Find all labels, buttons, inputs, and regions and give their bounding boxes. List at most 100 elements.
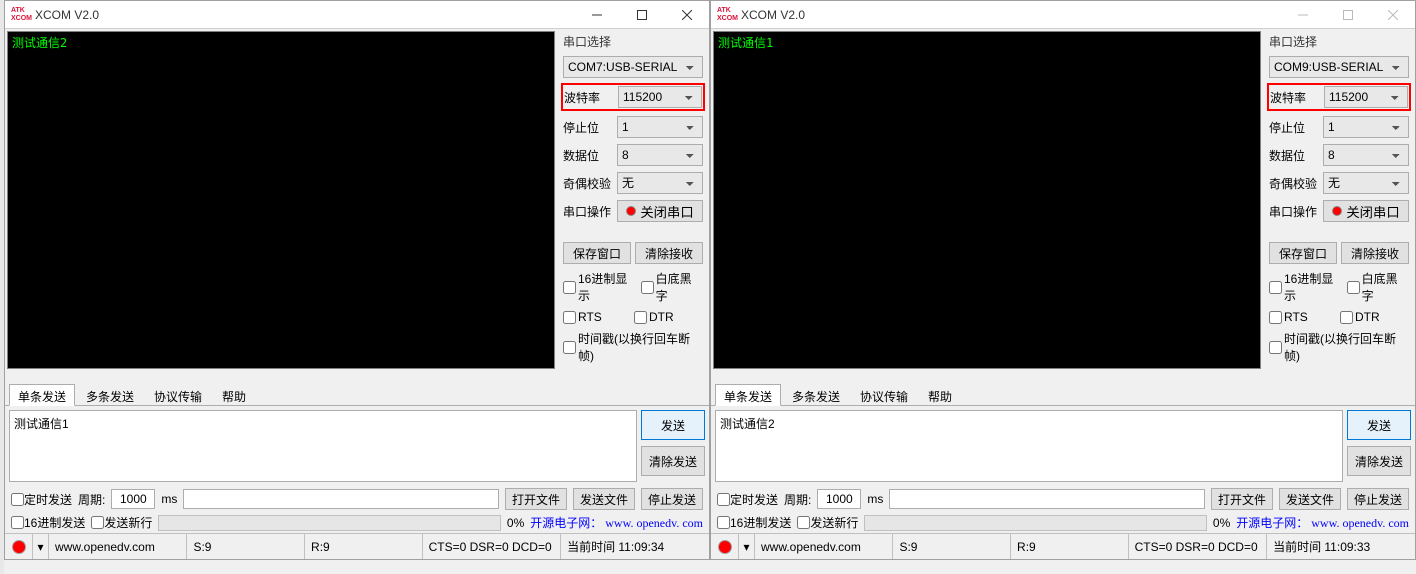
tab-protocol[interactable]: 协议传输	[851, 384, 917, 405]
minimize-button[interactable]	[574, 1, 619, 29]
send-textarea[interactable]	[715, 410, 1343, 482]
send-button[interactable]: 发送	[641, 410, 705, 440]
settings-panel: 串口选择 COM9:USB-SERIAL 波特率 115200 停止位 1 数据…	[1263, 29, 1415, 384]
website-link[interactable]: 开源电子网： www. openedv. com	[1236, 514, 1409, 531]
close-button[interactable]	[1370, 1, 1415, 29]
timestamp-checkbox[interactable]: 时间戳(以换行回车断帧)	[563, 330, 703, 364]
status-dot-icon	[12, 540, 26, 554]
close-port-button[interactable]: 关闭串口	[1323, 200, 1409, 222]
status-sent: S:9	[893, 534, 1011, 559]
port-section-label: 串口选择	[563, 33, 703, 50]
rts-checkbox[interactable]: RTS	[563, 310, 632, 324]
status-dropdown-icon[interactable]: ▾	[739, 534, 755, 559]
period-input[interactable]	[111, 489, 155, 509]
rts-checkbox[interactable]: RTS	[1269, 310, 1338, 324]
timed-send-checkbox[interactable]: 定时发送	[717, 491, 778, 508]
save-window-button[interactable]: 保存窗口	[563, 242, 631, 264]
stop-send-button[interactable]: 停止发送	[1347, 488, 1409, 510]
databit-label: 数据位	[563, 147, 611, 164]
file-path-input[interactable]	[183, 489, 499, 509]
window-title: XCOM V2.0	[35, 8, 99, 22]
close-port-button[interactable]: 关闭串口	[617, 200, 703, 222]
terminal-output[interactable]: 测试通信2	[7, 31, 555, 369]
port-device-select[interactable]: COM9:USB-SERIAL	[1269, 56, 1409, 78]
clear-send-button[interactable]: 清除发送	[641, 446, 705, 476]
minimize-button[interactable]	[1280, 1, 1325, 29]
dtr-checkbox[interactable]: DTR	[1340, 310, 1409, 324]
parity-label: 奇偶校验	[1269, 175, 1317, 192]
save-window-button[interactable]: 保存窗口	[1269, 242, 1337, 264]
close-button[interactable]	[664, 1, 709, 29]
tab-help[interactable]: 帮助	[919, 384, 961, 405]
hex-send-checkbox[interactable]: 16进制发送	[717, 514, 791, 531]
tab-multi-send[interactable]: 多条发送	[783, 384, 849, 405]
clear-recv-button[interactable]: 清除接收	[635, 242, 703, 264]
parity-select[interactable]: 无	[1323, 172, 1409, 194]
website-link[interactable]: 开源电子网： www. openedv. com	[530, 514, 703, 531]
status-sent: S:9	[187, 534, 305, 559]
tab-protocol[interactable]: 协议传输	[145, 384, 211, 405]
tabstrip: 单条发送 多条发送 协议传输 帮助	[711, 384, 1415, 406]
portop-label: 串口操作	[563, 203, 611, 220]
portop-label: 串口操作	[1269, 203, 1317, 220]
parity-select[interactable]: 无	[617, 172, 703, 194]
hex-display-checkbox[interactable]: 16进制显示	[563, 270, 639, 304]
progress-bar	[158, 515, 501, 531]
send-button[interactable]: 发送	[1347, 410, 1411, 440]
send-newline-checkbox[interactable]: 发送新行	[91, 514, 152, 531]
hex-display-checkbox[interactable]: 16进制显示	[1269, 270, 1345, 304]
status-recv: R:9	[305, 534, 423, 559]
terminal-output[interactable]: 测试通信1	[713, 31, 1261, 369]
clear-recv-button[interactable]: 清除接收	[1341, 242, 1409, 264]
titlebar: ATKXCOM XCOM V2.0	[711, 1, 1415, 29]
baud-select[interactable]: 115200	[1324, 86, 1408, 108]
hex-send-checkbox[interactable]: 16进制发送	[11, 514, 85, 531]
dtr-checkbox[interactable]: DTR	[634, 310, 703, 324]
stopbit-select[interactable]: 1	[617, 116, 703, 138]
tab-help[interactable]: 帮助	[213, 384, 255, 405]
tab-single-send[interactable]: 单条发送	[9, 384, 75, 406]
progress-pct: 0%	[507, 516, 524, 530]
baud-select[interactable]: 115200	[618, 86, 702, 108]
period-label: 周期:	[784, 491, 811, 508]
status-cts: CTS=0 DSR=0 DCD=0	[423, 534, 561, 559]
maximize-button[interactable]	[1325, 1, 1370, 29]
settings-panel: 串口选择 COM7:USB-SERIAL 波特率 115200 停止位 1 数据…	[557, 29, 709, 384]
stopbit-select[interactable]: 1	[1323, 116, 1409, 138]
status-dropdown-icon[interactable]: ▾	[33, 534, 49, 559]
period-label: 周期:	[78, 491, 105, 508]
stop-send-button[interactable]: 停止发送	[641, 488, 703, 510]
send-textarea[interactable]	[9, 410, 637, 482]
period-unit: ms	[161, 492, 177, 506]
statusbar: ▾ www.openedv.com S:9 R:9 CTS=0 DSR=0 DC…	[711, 533, 1415, 559]
databit-label: 数据位	[1269, 147, 1317, 164]
app-logo-icon: ATKXCOM	[717, 7, 735, 23]
parity-label: 奇偶校验	[563, 175, 611, 192]
white-bg-checkbox[interactable]: 白底黑字	[1347, 270, 1409, 304]
period-input[interactable]	[817, 489, 861, 509]
clear-send-button[interactable]: 清除发送	[1347, 446, 1411, 476]
send-file-button[interactable]: 发送文件	[1279, 488, 1341, 510]
open-file-button[interactable]: 打开文件	[1211, 488, 1273, 510]
status-time: 当前时间 11:09:33	[1267, 534, 1415, 559]
record-icon	[626, 206, 636, 216]
tab-single-send[interactable]: 单条发送	[715, 384, 781, 406]
send-file-button[interactable]: 发送文件	[573, 488, 635, 510]
file-path-input[interactable]	[889, 489, 1205, 509]
statusbar: ▾ www.openedv.com S:9 R:9 CTS=0 DSR=0 DC…	[5, 533, 709, 559]
status-url: www.openedv.com	[755, 534, 893, 559]
port-section-label: 串口选择	[1269, 33, 1409, 50]
open-file-button[interactable]: 打开文件	[505, 488, 567, 510]
baud-label: 波特率	[1270, 89, 1318, 106]
timed-send-checkbox[interactable]: 定时发送	[11, 491, 72, 508]
maximize-button[interactable]	[619, 1, 664, 29]
tab-multi-send[interactable]: 多条发送	[77, 384, 143, 405]
white-bg-checkbox[interactable]: 白底黑字	[641, 270, 703, 304]
status-dot-icon	[718, 540, 732, 554]
status-url: www.openedv.com	[49, 534, 187, 559]
databit-select[interactable]: 8	[617, 144, 703, 166]
port-device-select[interactable]: COM7:USB-SERIAL	[563, 56, 703, 78]
send-newline-checkbox[interactable]: 发送新行	[797, 514, 858, 531]
databit-select[interactable]: 8	[1323, 144, 1409, 166]
timestamp-checkbox[interactable]: 时间戳(以换行回车断帧)	[1269, 330, 1409, 364]
